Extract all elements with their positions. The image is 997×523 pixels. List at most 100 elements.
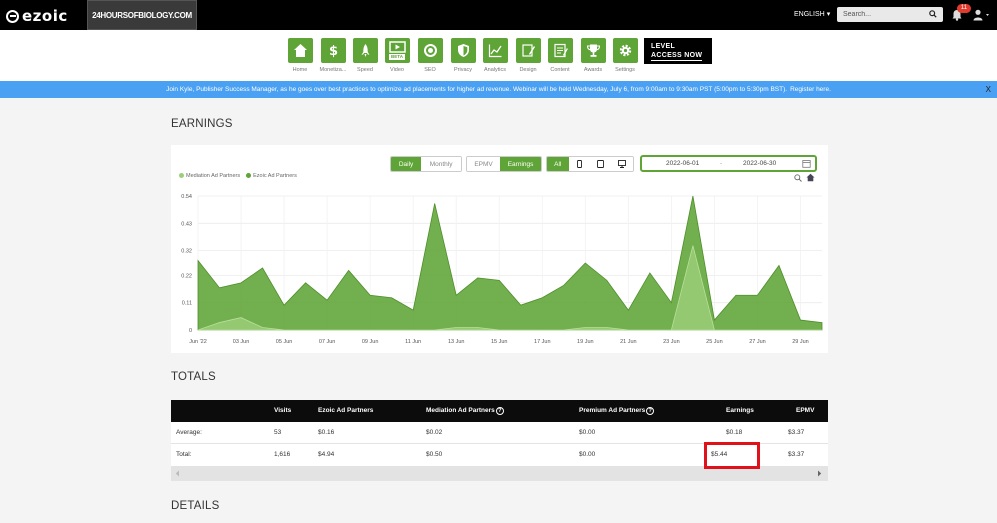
- banner-text: Join Kyle, Publisher Success Manager, as…: [166, 86, 788, 93]
- content-icon: [553, 43, 568, 58]
- scroll-right-icon[interactable]: [817, 470, 822, 477]
- search-input[interactable]: [843, 9, 923, 20]
- search-icon[interactable]: [929, 10, 937, 18]
- level-access-now-button[interactable]: LEVEL ACCESS NOW: [644, 38, 712, 64]
- x-tick-label: 21 Jun: [620, 339, 637, 345]
- earnings-title: EARNINGS: [171, 118, 233, 130]
- search-box: [837, 7, 943, 22]
- calendar-icon: [802, 160, 811, 168]
- ezoic-logo[interactable]: ezoic: [6, 7, 68, 25]
- daily-button[interactable]: Daily: [391, 157, 422, 171]
- nav-item-design[interactable]: Design: [515, 38, 541, 73]
- table-cell: $0.02: [426, 429, 443, 436]
- beta-badge: BETA: [389, 54, 405, 60]
- desktop-device-button[interactable]: [611, 157, 633, 171]
- table-row: Average: 53 $0.16 $0.02 $0.00 $0.18 $3.3…: [171, 422, 828, 444]
- column-header-label: Mediation Ad Partners: [426, 407, 495, 414]
- table-cell: $3.37: [788, 429, 805, 436]
- earnings-button[interactable]: Earnings: [500, 157, 541, 171]
- column-header: Visits: [274, 407, 292, 414]
- table-cell: 1,616: [274, 451, 291, 458]
- monthly-button[interactable]: Monthly: [421, 157, 461, 171]
- zoom-icon[interactable]: [794, 174, 802, 182]
- x-tick-label: 03 Jun: [233, 339, 250, 345]
- table-cell: $4.94: [318, 451, 335, 458]
- nav-item-settings[interactable]: Settings: [612, 38, 638, 73]
- logo-text: ezoic: [22, 7, 68, 25]
- chart-legend: Mediation Ad Partners Ezoic Ad Partners: [179, 173, 297, 179]
- x-tick-label: 25 Jun: [706, 339, 723, 345]
- x-tick-label: 07 Jun: [319, 339, 336, 345]
- level-access-line2: ACCESS NOW: [651, 52, 703, 61]
- column-header-label: Premium Ad Partners: [579, 407, 646, 414]
- column-header: Ezoic Ad Partners: [318, 407, 374, 414]
- user-icon[interactable]: [973, 9, 991, 21]
- webinar-banner: Join Kyle, Publisher Success Manager, as…: [0, 81, 997, 98]
- all-devices-button[interactable]: All: [547, 157, 569, 171]
- table-cell: $0.00: [579, 429, 596, 436]
- video-icon: [388, 41, 406, 53]
- info-icon[interactable]: ?: [495, 407, 504, 415]
- nav-item-seo[interactable]: SEO: [417, 38, 443, 73]
- column-header: EPMV: [796, 407, 815, 414]
- start-date: 2022-06-01: [666, 160, 700, 167]
- y-tick-label: 0.22: [181, 273, 192, 279]
- date-range-picker[interactable]: 2022-06-01 - 2022-06-30: [640, 155, 817, 172]
- metric-toggle: EPMV Earnings: [466, 156, 542, 172]
- nav-item-speed[interactable]: Speed: [352, 38, 378, 73]
- x-tick-label: 17 Jun: [534, 339, 551, 345]
- info-icon[interactable]: ?: [646, 407, 655, 415]
- home-icon: [293, 44, 307, 57]
- x-tick-label: 23 Jun: [663, 339, 680, 345]
- epmv-button[interactable]: EPMV: [467, 157, 501, 171]
- device-toggle: All: [546, 156, 634, 172]
- x-tick-label: 13 Jun: [448, 339, 465, 345]
- legend-swatch: [246, 173, 252, 179]
- x-tick-label: 11 Jun: [405, 339, 421, 345]
- language-label: ENGLISH: [794, 11, 825, 18]
- scroll-left-icon[interactable]: [175, 470, 180, 477]
- nav-item-video[interactable]: BETA Video: [384, 38, 410, 73]
- earnings-chart: 0 0.11 0.22 0.32 0.43 0.54 Jun '22 03 Jun 05 Jun…: [181, 194, 823, 345]
- notification-count-badge: 11: [957, 4, 971, 13]
- tablet-device-button[interactable]: [590, 157, 612, 171]
- chevron-down-icon: ▾: [826, 11, 831, 18]
- row-label: Average:: [176, 429, 202, 436]
- nav-item-content[interactable]: Content: [547, 38, 573, 73]
- analytics-icon: [488, 44, 502, 58]
- gear-icon: [619, 44, 631, 57]
- column-header: Earnings: [726, 407, 754, 414]
- banner-close-button[interactable]: X: [986, 85, 991, 94]
- legend-label: Mediation Ad Partners: [186, 173, 241, 179]
- x-tick-label: 15 Jun: [491, 339, 508, 345]
- ezoic-logo-icon: [6, 9, 19, 23]
- period-toggle: Daily Monthly: [390, 156, 462, 172]
- legend-item-ezoic[interactable]: Ezoic Ad Partners: [246, 173, 297, 179]
- nav-item-monetization[interactable]: $ Monetiza...: [320, 38, 346, 73]
- table-cell: $0.50: [426, 451, 443, 458]
- nav-item-analytics[interactable]: Analytics: [482, 38, 508, 73]
- mobile-icon: [576, 160, 582, 168]
- legend-item-mediation[interactable]: Mediation Ad Partners: [179, 173, 240, 179]
- language-selector[interactable]: ENGLISH ▾: [794, 10, 830, 18]
- table-cell: $0.16: [318, 429, 335, 436]
- y-tick-label: 0.11: [182, 301, 192, 307]
- nav-item-home[interactable]: Home: [287, 38, 313, 73]
- table-header: Visits Ezoic Ad Partners Mediation Ad Pa…: [171, 400, 828, 422]
- register-link[interactable]: Register here.: [790, 86, 831, 93]
- series-area-ezoic: [197, 195, 823, 331]
- level-access-line1: LEVEL: [651, 43, 676, 50]
- svg-text:$: $: [328, 44, 337, 58]
- shield-icon: [457, 44, 469, 57]
- table-cell: $3.37: [788, 451, 805, 458]
- design-icon: [521, 44, 535, 57]
- y-tick-label: 0.54: [181, 194, 192, 200]
- site-selector-tab[interactable]: 24HOURSOFBIOLOGY.COM: [87, 0, 197, 30]
- nav-item-privacy[interactable]: Privacy: [450, 38, 476, 73]
- x-tick-label: 29 Jun: [792, 339, 809, 345]
- legend-label: Ezoic Ad Partners: [253, 173, 297, 179]
- mobile-device-button[interactable]: [568, 157, 590, 171]
- nav-item-awards[interactable]: Awards: [580, 38, 606, 73]
- home-icon[interactable]: [806, 173, 815, 182]
- column-header: Premium Ad Partners?: [579, 407, 655, 415]
